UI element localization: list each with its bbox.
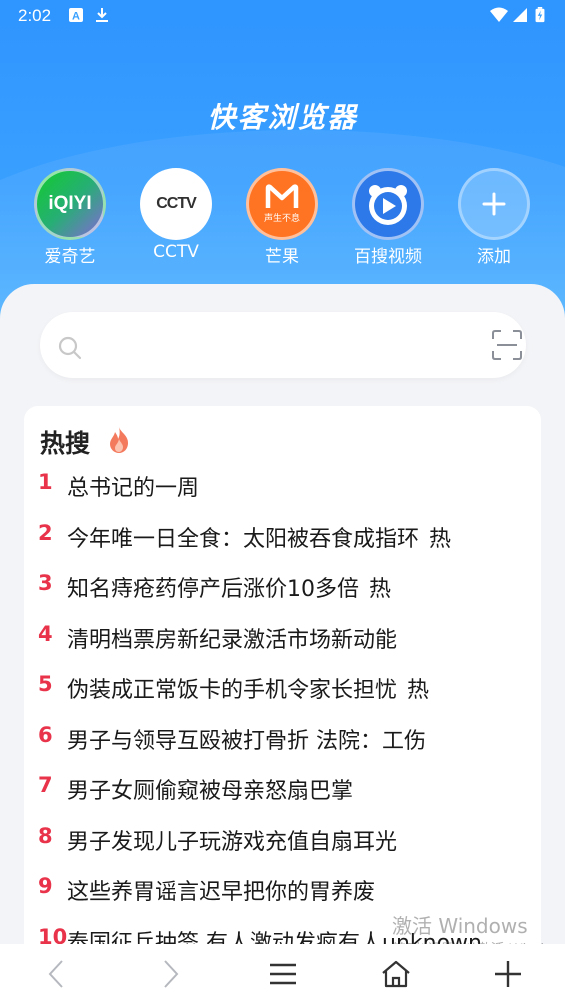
search-icon xyxy=(58,336,82,360)
status-time: 2:02 xyxy=(18,6,52,25)
signal-icon xyxy=(513,8,527,22)
plus-icon xyxy=(458,168,530,240)
menu-icon xyxy=(270,963,296,985)
hot-search-item[interactable]: 1 总书记的一周 xyxy=(24,466,541,517)
hot-search-text: 这些养胃谣言迟早把你的胃养废 xyxy=(67,874,375,906)
mango-logo: 声生不息 xyxy=(246,168,318,240)
shortcut-baisou-video[interactable]: 百搜视频 xyxy=(338,168,438,267)
shortcut-row: iQIYI 爱奇艺 CCTV CCTV 声生不息 芒果 百搜视频 添加 xyxy=(0,168,565,267)
hot-search-item[interactable]: 4 清明档票房新纪录激活市场新动能 xyxy=(24,618,541,669)
hot-badge: 热 xyxy=(369,577,392,602)
plus-icon xyxy=(495,961,521,987)
chevron-left-icon xyxy=(48,960,63,988)
hot-search-headline: 知名痔疮药停产后涨价10多倍 xyxy=(67,577,359,602)
hot-search-rank: 2 xyxy=(38,520,53,545)
hot-search-item[interactable]: 2 今年唯一日全食：太阳被吞食成指环热 xyxy=(24,517,541,568)
svg-text:A: A xyxy=(72,11,80,23)
shortcut-cctv[interactable]: CCTV CCTV xyxy=(126,168,226,262)
hot-search-headline: 今年唯一日全食：太阳被吞食成指环 xyxy=(67,526,420,552)
hot-search-item[interactable]: 5 伪装成正常饭卡的手机令家长担忧热 xyxy=(24,668,541,719)
status-bar: 2:02 A xyxy=(0,0,565,32)
hot-search-text: 男子与领导互殴被打骨折 法院：工伤 xyxy=(67,723,426,755)
hot-search-rank: 5 xyxy=(38,672,53,696)
cctv-logo: CCTV xyxy=(140,168,212,240)
new-tab-button[interactable] xyxy=(486,952,530,996)
menu-button[interactable] xyxy=(261,952,305,996)
hot-search-headline: 这些养胃谣言迟早把你的胃养废 xyxy=(67,880,376,905)
hot-search-rank: 7 xyxy=(38,773,53,797)
hot-search-headline: 伪装成正常饭卡的手机令家长担忧 xyxy=(67,678,398,703)
hot-search-headline: 男子与领导互殴被打骨折 法院：工伤 xyxy=(67,728,426,754)
scan-icon[interactable] xyxy=(492,330,522,360)
hot-search-item[interactable]: 3 知名痔疮药停产后涨价10多倍热 xyxy=(24,567,541,618)
hot-search-item[interactable]: 8 男子发现儿子玩游戏充值自扇耳光 xyxy=(24,820,541,871)
hot-badge: 热 xyxy=(429,526,452,552)
hot-search-rank: 9 xyxy=(38,874,53,898)
hot-search-list: 1 总书记的一周 2 今年唯一日全食：太阳被吞食成指环热 3 知名痔疮药停产后涨价10多倍… xyxy=(24,466,541,946)
hot-search-item[interactable]: 7 男子女厕偷窥被母亲怒扇巴掌 xyxy=(24,769,541,820)
hot-search-title: 热搜 xyxy=(40,429,91,458)
mango-m-icon xyxy=(265,184,299,208)
bottom-nav xyxy=(0,944,565,1004)
wifi-icon xyxy=(490,7,508,22)
shortcut-add[interactable]: 添加 xyxy=(444,168,544,267)
hot-search-rank: 1 xyxy=(38,470,53,494)
hot-search-text: 今年唯一日全食：太阳被吞食成指环热 xyxy=(67,521,451,553)
hot-search-rank: 8 xyxy=(38,823,53,848)
fire-icon xyxy=(110,427,128,453)
shortcut-label: 爱奇艺 xyxy=(44,247,96,267)
hot-badge: 热 xyxy=(407,678,430,703)
hot-search-text: 男子女厕偷窥被母亲怒扇巴掌 xyxy=(67,773,353,805)
shortcut-label: 百搜视频 xyxy=(354,247,422,267)
header-banner: 2:02 A 快客浏览器 iQIYI 爱奇艺 CCTV CCTV 声生不息 芒果… xyxy=(0,0,565,320)
shortcut-mango[interactable]: 声生不息 芒果 xyxy=(232,168,332,267)
search-bar[interactable] xyxy=(40,312,526,378)
search-input[interactable] xyxy=(100,326,480,364)
download-icon xyxy=(96,8,108,22)
hot-search-item[interactable]: 6 男子与领导互殴被打骨折 法院：工伤 xyxy=(24,719,541,770)
shortcut-label: CCTV xyxy=(153,242,199,262)
hot-search-card: 热搜 1 总书记的一周 2 今年唯一日全食：太阳被吞食成指环热 3 知名痔疮药停产后涨价1… xyxy=(24,406,541,946)
hot-search-text: 清明档票房新纪录激活市场新动能 xyxy=(67,622,397,654)
app-title: 快客浏览器 xyxy=(207,101,358,134)
shortcut-label: 芒果 xyxy=(265,247,299,267)
baisou-video-logo xyxy=(352,168,424,240)
hot-search-headline: 男子女厕偷窥被母亲怒扇巴掌 xyxy=(67,779,354,804)
hot-search-text: 伪装成正常饭卡的手机令家长担忧热 xyxy=(67,672,429,704)
hot-search-rank: 3 xyxy=(38,571,53,595)
hot-search-text: 总书记的一周 xyxy=(67,470,199,502)
home-icon xyxy=(382,960,410,988)
back-button[interactable] xyxy=(35,952,79,996)
chevron-right-icon xyxy=(164,960,179,988)
hot-search-text: 男子发现儿子玩游戏充值自扇耳光 xyxy=(67,824,397,856)
shortcut-iqiyi[interactable]: iQIYI 爱奇艺 xyxy=(20,168,120,267)
shortcut-label: 添加 xyxy=(477,247,511,267)
home-button[interactable] xyxy=(374,952,418,996)
font-icon: A xyxy=(69,8,83,23)
forward-button[interactable] xyxy=(148,952,192,996)
iqiyi-logo: iQIYI xyxy=(34,168,106,240)
watermark-line1: 激活 Windows xyxy=(392,914,528,938)
hot-search-text: 知名痔疮药停产后涨价10多倍热 xyxy=(67,571,391,603)
hot-search-headline: 清明档票房新纪录激活市场新动能 xyxy=(67,627,398,653)
hot-search-rank: 10 xyxy=(38,924,68,947)
hot-search-rank: 4 xyxy=(38,621,53,646)
hot-search-headline: 总书记的一周 xyxy=(67,476,200,501)
hot-search-headline: 男子发现儿子玩游戏充值自扇耳光 xyxy=(67,829,398,855)
battery-icon xyxy=(535,7,545,23)
hot-search-rank: 6 xyxy=(38,722,53,747)
